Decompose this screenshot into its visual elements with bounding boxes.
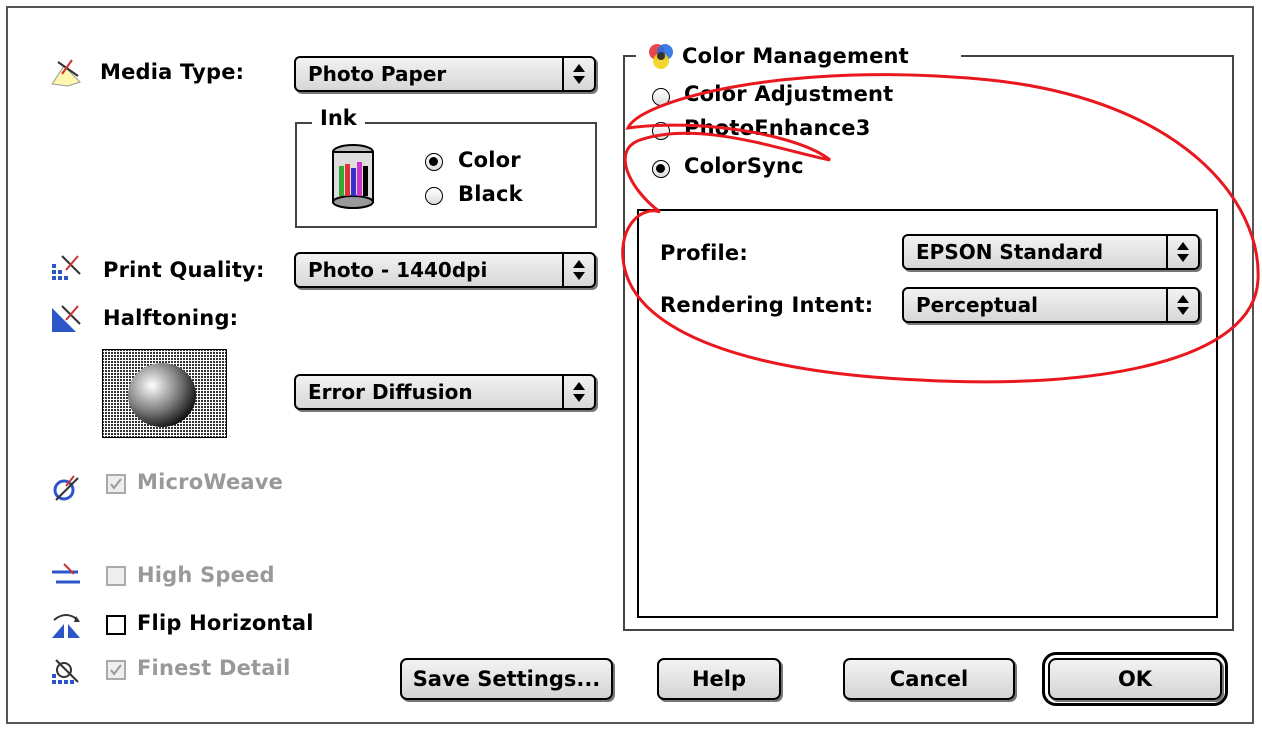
profile-value: EPSON Standard [916, 240, 1104, 264]
check-mark-icon [110, 664, 122, 676]
help-button[interactable]: Help [657, 658, 781, 700]
colorsync-radio[interactable] [652, 160, 670, 178]
color-management-title: Color Management [682, 44, 909, 68]
flip-horizontal-icon [52, 614, 80, 638]
media-type-label: Media Type: [100, 60, 245, 84]
colorsync-settings-panel [637, 209, 1218, 618]
media-type-value: Photo Paper [308, 62, 447, 86]
color-adjustment-label: Color Adjustment [684, 82, 894, 106]
rendering-intent-select[interactable]: Perceptual [902, 287, 1200, 323]
microweave-checkbox[interactable] [106, 474, 126, 494]
check-mark-icon [110, 478, 122, 490]
halftone-preview-image [102, 349, 227, 438]
updown-arrows-icon [573, 260, 585, 280]
updown-arrows-icon [1177, 295, 1189, 315]
ink-color-label: Color [458, 148, 521, 172]
updown-arrows-icon [573, 382, 585, 402]
ink-black-radio[interactable] [425, 187, 443, 205]
microweave-label: MicroWeave [137, 470, 284, 494]
profile-label: Profile: [660, 241, 748, 265]
updown-arrows-icon [573, 64, 585, 84]
color-management-icon [649, 44, 673, 69]
media-type-icon [51, 59, 81, 87]
finest-detail-label: Finest Detail [137, 656, 291, 680]
ink-color-radio[interactable] [425, 153, 443, 171]
halftoning-label: Halftoning: [103, 306, 239, 330]
flip-horizontal-label: Flip Horizontal [137, 611, 314, 635]
ok-button[interactable]: OK [1042, 652, 1228, 706]
print-quality-select[interactable]: Photo - 1440dpi [294, 252, 596, 288]
halftoning-value: Error Diffusion [308, 380, 473, 404]
popup-separator [562, 56, 564, 92]
high-speed-icon [52, 563, 80, 584]
photoenhance-label: PhotoEnhance3 [684, 116, 871, 140]
color-adjustment-radio[interactable] [652, 88, 670, 106]
print-quality-label: Print Quality: [103, 258, 265, 282]
rendering-intent-label: Rendering Intent: [660, 293, 874, 317]
media-type-select[interactable]: Photo Paper [294, 56, 596, 92]
finest-detail-checkbox[interactable] [106, 660, 126, 680]
save-settings-button[interactable]: Save Settings... [400, 658, 613, 700]
print-quality-icon [52, 255, 81, 280]
cancel-button[interactable]: Cancel [843, 658, 1015, 700]
flip-horizontal-checkbox[interactable] [106, 615, 126, 635]
popup-separator [562, 252, 564, 288]
popup-separator [1166, 234, 1168, 270]
microweave-icon [53, 475, 79, 501]
popup-separator [562, 374, 564, 410]
ink-group-title: Ink [312, 106, 365, 130]
popup-separator [1166, 287, 1168, 323]
profile-select[interactable]: EPSON Standard [902, 234, 1200, 270]
ink-black-label: Black [458, 182, 523, 206]
high-speed-checkbox[interactable] [106, 566, 126, 586]
colorsync-label: ColorSync [684, 154, 804, 178]
ink-bucket-icon [332, 144, 374, 209]
halftoning-icon [52, 305, 81, 332]
updown-arrows-icon [1177, 242, 1189, 262]
photoenhance-radio[interactable] [652, 122, 670, 140]
rendering-intent-value: Perceptual [916, 293, 1038, 317]
halftoning-select[interactable]: Error Diffusion [294, 374, 596, 410]
finest-detail-icon [52, 659, 79, 684]
high-speed-label: High Speed [137, 563, 275, 587]
print-quality-value: Photo - 1440dpi [308, 258, 488, 282]
